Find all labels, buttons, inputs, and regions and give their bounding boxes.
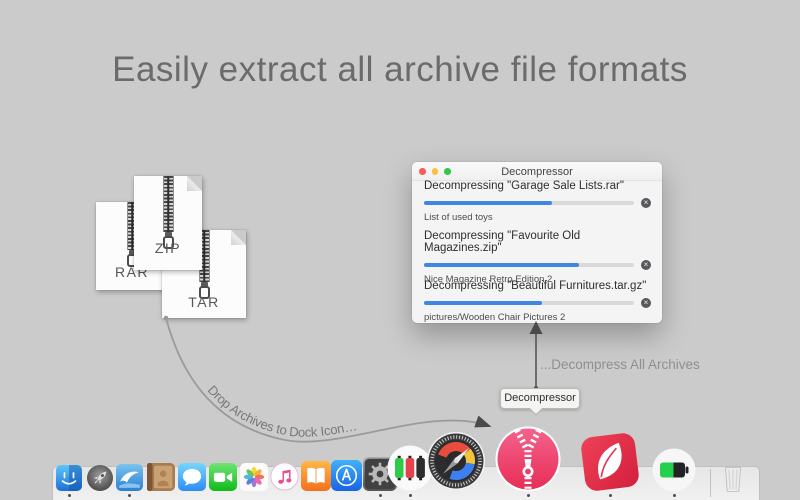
dock-icon-contacts[interactable] bbox=[147, 463, 175, 491]
task-sublabel: List of used toys bbox=[424, 212, 651, 223]
drop-arrow bbox=[166, 318, 489, 442]
running-indicator bbox=[673, 494, 676, 497]
decompressor-window: Decompressor Decompressing "Garage Sale … bbox=[412, 162, 662, 323]
dock-tooltip: Decompressor bbox=[500, 388, 580, 409]
task-row: Decompressing "Beautiful Furnitures.tar.… bbox=[424, 280, 651, 330]
cancel-icon[interactable]: × bbox=[641, 298, 651, 308]
dock-icon-photos[interactable] bbox=[240, 463, 268, 491]
dock-icon-ibooks[interactable] bbox=[301, 461, 331, 491]
dock-icon-gauge[interactable] bbox=[426, 431, 486, 491]
progress-fill bbox=[424, 263, 579, 267]
dock-icon-finder[interactable] bbox=[56, 465, 82, 491]
page-fold bbox=[187, 176, 202, 191]
dock-icon-app-store[interactable] bbox=[331, 460, 362, 491]
dock-icon-itunes[interactable] bbox=[270, 462, 299, 491]
progress-fill bbox=[424, 201, 552, 205]
page-fold bbox=[231, 230, 246, 245]
progress-bar bbox=[424, 301, 634, 305]
dock-icon-trash[interactable] bbox=[718, 464, 748, 494]
task-label: Decompressing "Favourite Old Magazines.z… bbox=[424, 230, 651, 254]
dock-icon-decompressor[interactable] bbox=[495, 426, 561, 492]
progress-bar bbox=[424, 201, 634, 205]
dock-icon-battery[interactable] bbox=[652, 448, 696, 492]
file-label-zip: ZIP bbox=[134, 240, 202, 256]
progress-bar bbox=[424, 263, 634, 267]
dock-icon-launchpad[interactable] bbox=[87, 465, 113, 491]
running-indicator bbox=[379, 494, 382, 497]
page-title: Easily extract all archive file formats bbox=[0, 50, 800, 90]
dock-icon-mail[interactable] bbox=[116, 464, 143, 491]
task-label: Decompressing "Garage Sale Lists.rar" bbox=[424, 180, 651, 192]
drop-hint-text: Drop Archives to Dock Icon… bbox=[205, 382, 358, 439]
dock-icon-messages[interactable] bbox=[178, 463, 206, 491]
task-label: Decompressing "Beautiful Furnitures.tar.… bbox=[424, 280, 651, 292]
decompress-hint-text: ...Decompress All Archives bbox=[540, 357, 700, 372]
running-indicator bbox=[527, 494, 530, 497]
running-indicator bbox=[128, 494, 131, 497]
dock-icon-facetime[interactable] bbox=[209, 463, 237, 491]
progress-fill bbox=[424, 301, 542, 305]
cancel-icon[interactable]: × bbox=[641, 198, 651, 208]
file-label-tar: TAR bbox=[162, 294, 246, 310]
zipper-icon bbox=[163, 176, 174, 249]
cancel-icon[interactable]: × bbox=[641, 260, 651, 270]
screenshot-stage: Easily extract all archive file formats … bbox=[0, 0, 800, 500]
task-sublabel: pictures/Wooden Chair Pictures 2 bbox=[424, 312, 651, 323]
running-indicator bbox=[609, 494, 612, 497]
running-indicator bbox=[409, 494, 412, 497]
dock-separator bbox=[710, 469, 711, 497]
window-title: Decompressor bbox=[412, 166, 662, 178]
task-row: Decompressing "Favourite Old Magazines.z… bbox=[424, 230, 651, 280]
running-indicator bbox=[68, 494, 71, 497]
task-row: Decompressing "Garage Sale Lists.rar" × … bbox=[424, 180, 651, 230]
window-titlebar[interactable]: Decompressor bbox=[412, 162, 662, 181]
dock-icon-leaf[interactable] bbox=[577, 429, 644, 496]
file-icon-zip[interactable]: ZIP bbox=[134, 176, 202, 270]
